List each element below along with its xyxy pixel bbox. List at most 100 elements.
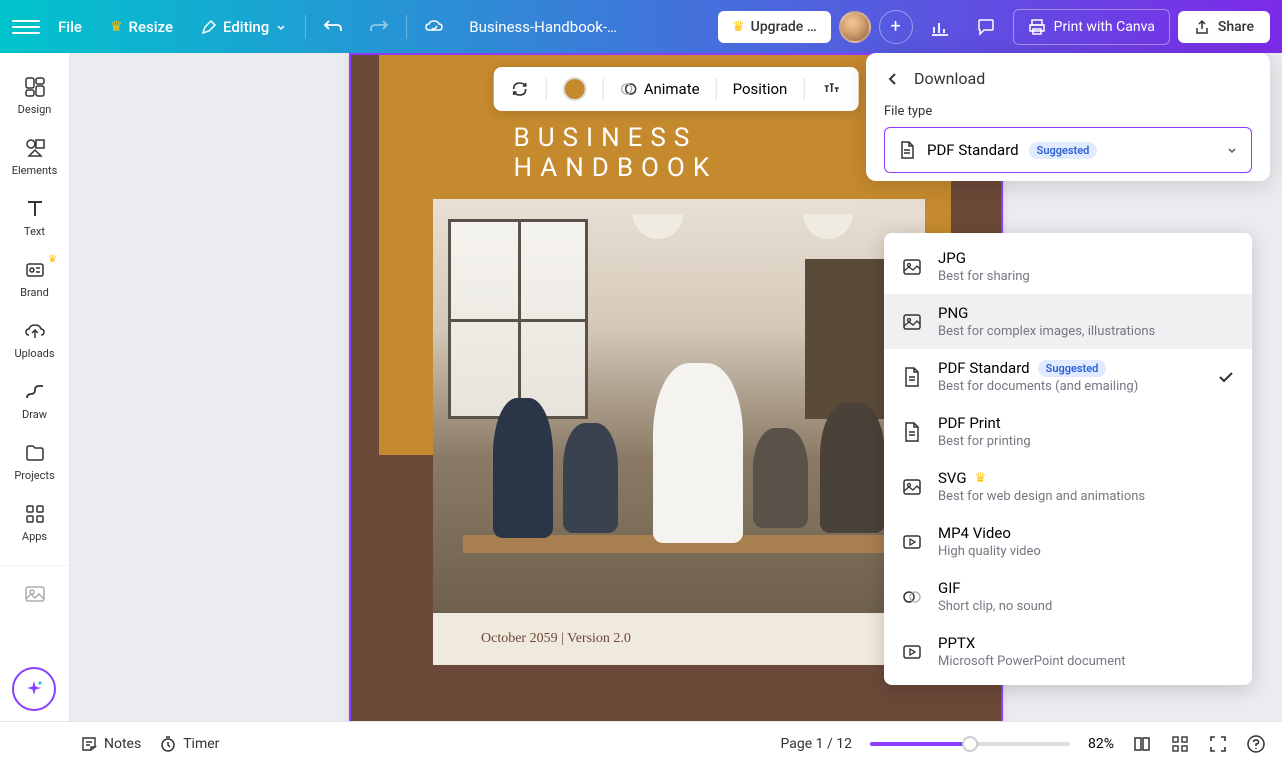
uploads-icon bbox=[23, 319, 47, 343]
option-name: MP4 Video bbox=[938, 524, 1011, 542]
elements-icon bbox=[23, 136, 47, 160]
timer-button[interactable]: Timer bbox=[159, 735, 219, 753]
page-indicator[interactable]: Page 1 / 12 bbox=[781, 736, 852, 752]
check-icon bbox=[1216, 367, 1236, 387]
fullscreen-button[interactable] bbox=[1208, 734, 1228, 754]
divider bbox=[406, 15, 407, 39]
file-type-select[interactable]: PDF Standard Suggested bbox=[884, 127, 1252, 173]
sidebar-item-label: Text bbox=[24, 225, 45, 238]
chevron-down-icon bbox=[275, 21, 287, 33]
notes-button[interactable]: Notes bbox=[80, 735, 141, 753]
sidebar-item-photos[interactable] bbox=[0, 565, 69, 616]
editing-mode-button[interactable]: Editing bbox=[191, 12, 297, 42]
sidebar-item-elements[interactable]: Elements bbox=[0, 126, 69, 187]
presentation-icon bbox=[900, 640, 924, 664]
position-button[interactable]: Position bbox=[727, 76, 794, 102]
analytics-button[interactable] bbox=[921, 8, 959, 46]
divider bbox=[305, 15, 306, 39]
sparkle-icon bbox=[23, 678, 45, 700]
document-title[interactable]: Business-Handbook-… bbox=[469, 18, 617, 36]
file-type-dropdown: JPGBest for sharing PNGBest for complex … bbox=[884, 233, 1252, 685]
left-sidebar: Design Elements Text ♛ Brand Uploads Dra… bbox=[0, 53, 70, 721]
help-button[interactable] bbox=[1246, 734, 1266, 754]
file-menu[interactable]: File bbox=[48, 12, 92, 42]
sidebar-item-design[interactable]: Design bbox=[0, 65, 69, 126]
page-subtitle: BUSINESS HANDBOOK bbox=[514, 123, 839, 183]
option-name: PDF Standard bbox=[938, 359, 1030, 377]
option-desc: Microsoft PowerPoint document bbox=[938, 654, 1236, 669]
suggested-badge: Suggested bbox=[1038, 360, 1107, 377]
notes-icon bbox=[80, 735, 98, 753]
grid-view-button[interactable] bbox=[1170, 734, 1190, 754]
bottom-bar: Notes Timer Page 1 / 12 82% bbox=[0, 721, 1282, 765]
image-icon bbox=[900, 310, 924, 334]
timer-icon bbox=[159, 735, 177, 753]
document-icon bbox=[897, 140, 917, 160]
draw-icon bbox=[23, 380, 47, 404]
image-icon bbox=[900, 475, 924, 499]
file-type-option-mp4[interactable]: MP4 Video High quality video bbox=[884, 514, 1252, 569]
selected-file-type: PDF Standard bbox=[927, 141, 1019, 159]
option-name: GIF bbox=[938, 579, 961, 597]
back-button[interactable] bbox=[884, 70, 902, 88]
sidebar-item-label: Elements bbox=[12, 164, 58, 177]
sidebar-item-projects[interactable]: Projects bbox=[0, 431, 69, 492]
menu-button[interactable] bbox=[12, 13, 40, 41]
more-options-button[interactable] bbox=[814, 74, 848, 104]
sidebar-item-label: Design bbox=[18, 103, 52, 116]
user-avatar[interactable] bbox=[839, 11, 871, 43]
animate-button[interactable]: Animate bbox=[614, 76, 706, 102]
file-type-option-pptx[interactable]: PPTXMicrosoft PowerPoint document bbox=[884, 624, 1252, 679]
video-icon bbox=[900, 530, 924, 554]
brand-icon bbox=[23, 258, 47, 282]
top-toolbar: File ♛Resize Editing Business-Handbook-…… bbox=[0, 0, 1282, 53]
sidebar-item-label: Draw bbox=[22, 408, 47, 421]
apps-icon bbox=[23, 502, 47, 526]
floating-toolbar: Animate Position bbox=[494, 67, 859, 111]
animate-icon bbox=[620, 80, 638, 98]
file-type-option-pdf-standard[interactable]: PDF Standard Suggested Best for documents … bbox=[884, 349, 1252, 404]
undo-button[interactable] bbox=[314, 8, 352, 46]
sidebar-item-brand[interactable]: ♛ Brand bbox=[0, 248, 69, 309]
sidebar-item-label: Uploads bbox=[14, 347, 54, 360]
zoom-percent[interactable]: 82% bbox=[1088, 736, 1114, 752]
pencil-icon bbox=[201, 19, 217, 35]
zoom-thumb[interactable] bbox=[962, 736, 978, 752]
comment-button[interactable] bbox=[967, 8, 1005, 46]
sidebar-item-draw[interactable]: Draw bbox=[0, 370, 69, 431]
option-name: PNG bbox=[938, 304, 968, 322]
share-button[interactable]: Share bbox=[1178, 11, 1270, 43]
option-desc: Best for printing bbox=[938, 434, 1236, 449]
sidebar-item-label: Projects bbox=[14, 469, 54, 482]
file-type-option-gif[interactable]: GIFShort clip, no sound bbox=[884, 569, 1252, 624]
file-type-option-pdf-print[interactable]: PDF PrintBest for printing bbox=[884, 404, 1252, 459]
color-picker[interactable] bbox=[557, 73, 593, 105]
resize-button[interactable]: ♛Resize bbox=[100, 12, 183, 42]
file-type-label: File type bbox=[884, 104, 1252, 119]
chevron-down-icon bbox=[1225, 143, 1239, 157]
cloud-sync-icon[interactable] bbox=[415, 8, 453, 46]
sidebar-item-label: Apps bbox=[22, 530, 47, 543]
regenerate-button[interactable] bbox=[504, 75, 536, 103]
sidebar-item-label: Brand bbox=[20, 286, 49, 299]
file-type-option-jpg[interactable]: JPGBest for sharing bbox=[884, 239, 1252, 294]
share-icon bbox=[1194, 19, 1210, 35]
redo-button[interactable] bbox=[360, 8, 398, 46]
print-with-canva-button[interactable]: Print with Canva bbox=[1013, 9, 1170, 45]
option-desc: High quality video bbox=[938, 544, 1236, 559]
option-name: JPG bbox=[938, 249, 966, 267]
file-type-option-svg[interactable]: SVG♛Best for web design and animations bbox=[884, 459, 1252, 514]
sidebar-item-uploads[interactable]: Uploads bbox=[0, 309, 69, 370]
sidebar-item-text[interactable]: Text bbox=[0, 187, 69, 248]
page-view-button[interactable] bbox=[1132, 734, 1152, 754]
upgrade-button[interactable]: ♛Upgrade … bbox=[718, 11, 831, 43]
sidebar-item-apps[interactable]: Apps bbox=[0, 492, 69, 553]
crown-icon: ♛ bbox=[110, 19, 123, 35]
magic-button[interactable] bbox=[12, 667, 56, 711]
add-member-button[interactable]: + bbox=[879, 10, 913, 44]
option-name: SVG bbox=[938, 469, 967, 487]
photos-icon bbox=[23, 582, 47, 606]
zoom-slider[interactable] bbox=[870, 742, 1070, 746]
file-type-option-png[interactable]: PNGBest for complex images, illustration… bbox=[884, 294, 1252, 349]
option-desc: Best for documents (and emailing) bbox=[938, 379, 1202, 394]
